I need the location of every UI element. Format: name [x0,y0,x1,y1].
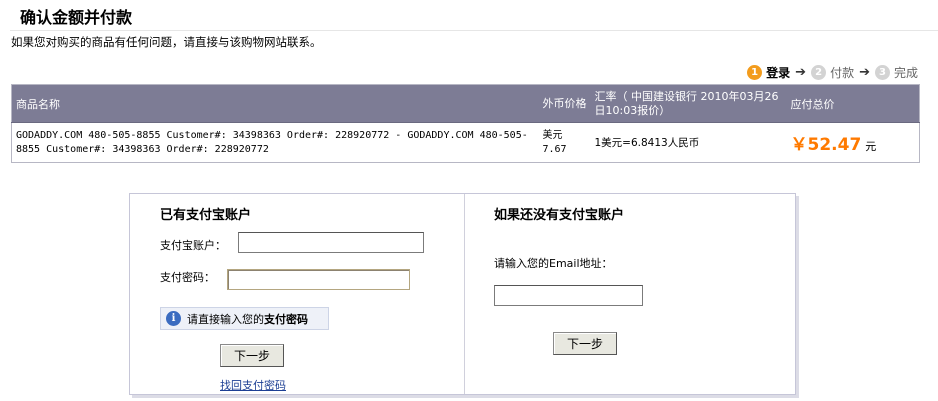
header-exchange-rate: 汇率（ 中国建设银行 2010年03月26日10:03报价） [590,84,787,123]
account-input[interactable] [238,232,424,253]
hint-bold: 支付密码 [264,312,308,326]
cell-total: ￥52.47 元 [787,123,920,163]
step-indicator: 1 登录 ➔ 2 付款 ➔ 3 完成 [747,64,918,81]
header-product: 商品名称 [11,84,539,123]
step-3-icon: 3 [874,65,890,80]
table-header-row: 商品名称 外币价格 汇率（ 中国建设银行 2010年03月26日10:03报价）… [11,84,920,123]
password-input[interactable] [227,269,410,290]
arrow-right-icon: ➔ [795,65,807,80]
notice-text: 如果您对购买的商品有任何问题，请直接与该购物网站联系。 [11,35,322,49]
login-panel: 已有支付宝账户 支付宝账户： 支付密码： i 请直接输入您的 支付密码 下一步 找… [129,193,796,395]
next-button-email[interactable]: 下一步 [553,332,617,355]
new-account-heading: 如果还没有支付宝账户 [494,208,625,223]
existing-account-heading: 已有支付宝账户 [160,208,252,223]
step-1-icon: 1 [747,65,763,80]
step-2-label: 付款 [830,66,855,80]
header-total: 应付总价 [786,84,920,123]
total-amount: ￥52.47 [790,135,862,155]
order-table: 商品名称 外币价格 汇率（ 中国建设银行 2010年03月26日10:03报价）… [11,84,920,163]
title-divider [10,30,938,31]
info-icon: i [166,311,181,326]
next-button-login[interactable]: 下一步 [220,344,284,367]
step-login: 1 登录 [747,64,790,81]
arrow-right-icon: ➔ [859,65,870,80]
password-label: 支付密码： [160,271,215,284]
recover-password-link[interactable]: 找回支付密码 [220,377,286,393]
column-divider [464,194,465,394]
step-1-label: 登录 [766,66,791,80]
table-row: GODADDY.COM 480-505-8855 Customer#: 3439… [12,123,920,163]
account-label: 支付宝账户： [160,239,226,252]
password-hint: i 请直接输入您的 支付密码 [160,307,329,330]
cell-exchange-rate: 1美元=6.8413人民币 [594,137,700,149]
page-title: 确认金额并付款 [20,8,133,27]
email-input[interactable] [494,285,643,306]
step-pay: 2 付款 [811,64,854,81]
cell-product: GODADDY.COM 480-505-8855 Customer#: 3439… [16,129,528,155]
step-done: 3 完成 [874,64,918,81]
total-unit: 元 [865,140,877,153]
email-label: 请输入您的Email地址： [494,257,613,270]
cell-currency-price: 美元 7.67 [542,129,567,155]
hint-prefix: 请直接输入您的 [187,312,264,326]
step-2-icon: 2 [811,65,827,80]
header-currency-price: 外币价格 [538,84,591,123]
step-3-label: 完成 [893,66,918,80]
